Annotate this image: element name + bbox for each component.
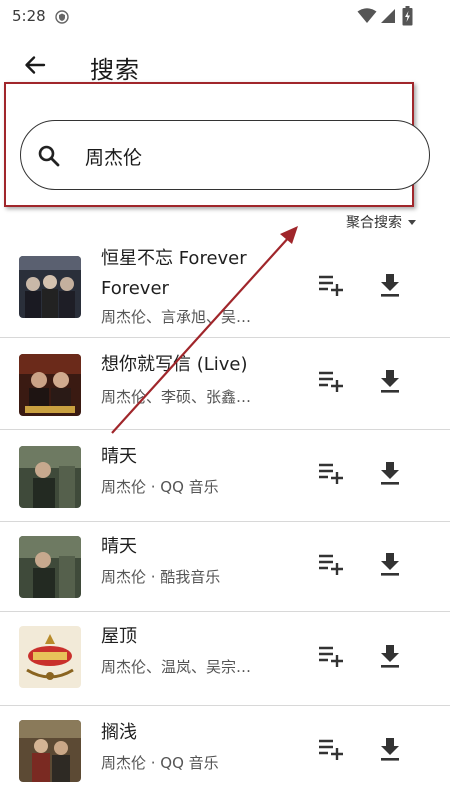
song-artists: 周杰伦 · QQ 音乐 xyxy=(101,754,219,772)
song-artists: 周杰伦 · QQ 音乐 xyxy=(101,478,219,496)
playlist-add-icon xyxy=(318,553,344,579)
add-to-playlist-button[interactable] xyxy=(316,643,346,673)
download-icon xyxy=(379,273,401,301)
list-item[interactable]: 搁浅 周杰伦 · QQ 音乐 xyxy=(0,706,450,800)
add-to-playlist-button[interactable] xyxy=(316,551,346,581)
source-selector-label: 聚合搜索 xyxy=(346,215,402,231)
playlist-add-icon xyxy=(318,370,344,396)
download-icon xyxy=(379,461,401,489)
album-cover xyxy=(19,354,81,416)
status-time: 5:28 xyxy=(12,7,46,25)
download-button[interactable] xyxy=(375,272,405,302)
song-title: 晴天 xyxy=(101,536,137,557)
add-to-playlist-button[interactable] xyxy=(316,460,346,490)
song-title: 晴天 xyxy=(101,446,137,467)
album-cover xyxy=(19,446,81,508)
download-button[interactable] xyxy=(375,368,405,398)
status-bar: 5:28 xyxy=(0,0,450,34)
download-button[interactable] xyxy=(375,643,405,673)
list-item[interactable]: 想你就写信 (Live) 周杰伦、李硕、张鑫… xyxy=(0,338,450,430)
song-artists: 周杰伦 · 酷我音乐 xyxy=(101,568,221,586)
arrow-left-icon xyxy=(23,53,47,81)
song-title: 想你就写信 (Live) xyxy=(101,354,248,375)
playlist-add-icon xyxy=(318,274,344,300)
signal-icon xyxy=(380,8,396,28)
playlist-add-icon xyxy=(318,738,344,764)
song-artists: 周杰伦、李硕、张鑫… xyxy=(101,388,252,406)
album-cover xyxy=(19,626,81,688)
page-title: 搜索 xyxy=(90,56,140,84)
song-title: 屋顶 xyxy=(101,626,137,647)
download-icon xyxy=(379,737,401,765)
song-artists: 周杰伦、温岚、吴宗… xyxy=(101,658,252,676)
song-title: 搁浅 xyxy=(101,722,137,743)
back-button[interactable] xyxy=(18,50,52,84)
add-to-playlist-button[interactable] xyxy=(316,272,346,302)
add-to-playlist-button[interactable] xyxy=(316,736,346,766)
wifi-icon xyxy=(357,8,377,28)
song-artists: 周杰伦、言承旭、吴… xyxy=(101,308,252,326)
download-icon xyxy=(379,369,401,397)
playlist-add-icon xyxy=(318,462,344,488)
search-input[interactable] xyxy=(85,141,385,171)
list-item[interactable]: 屋顶 周杰伦、温岚、吴宗… xyxy=(0,612,450,706)
battery-icon xyxy=(402,6,413,30)
album-cover xyxy=(19,536,81,598)
caret-down-icon xyxy=(408,219,416,225)
add-to-playlist-button[interactable] xyxy=(316,368,346,398)
download-button[interactable] xyxy=(375,736,405,766)
download-button[interactable] xyxy=(375,460,405,490)
download-icon xyxy=(379,644,401,672)
download-icon xyxy=(379,552,401,580)
list-item[interactable]: 恒星不忘 Forever Forever 周杰伦、言承旭、吴… xyxy=(0,240,450,338)
album-cover xyxy=(19,720,81,782)
playlist-add-icon xyxy=(318,645,344,671)
source-selector[interactable]: 聚合搜索 xyxy=(346,212,416,232)
album-cover xyxy=(19,256,81,318)
song-title: 恒星不忘 Forever Forever xyxy=(101,248,247,299)
download-button[interactable] xyxy=(375,551,405,581)
list-item[interactable]: 晴天 周杰伦 · 酷我音乐 xyxy=(0,522,450,612)
shield-icon xyxy=(55,9,69,24)
list-item[interactable]: 晴天 周杰伦 · QQ 音乐 xyxy=(0,430,450,522)
search-icon[interactable] xyxy=(36,143,62,173)
